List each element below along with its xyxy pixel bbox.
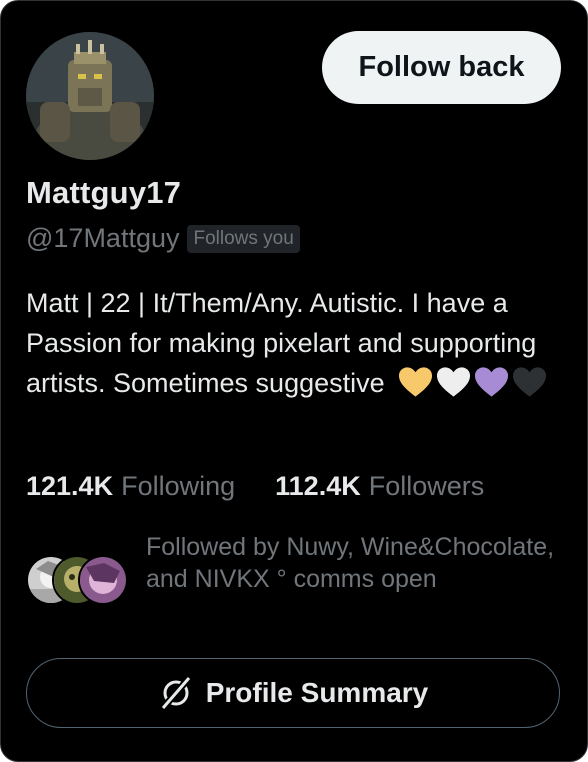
white-heart-icon: [436, 366, 471, 398]
followers-count: 112.4K: [275, 471, 361, 501]
user-handle[interactable]: @17Mattguy: [26, 223, 179, 254]
following-label: Following: [121, 471, 236, 501]
followers-label: Followers: [368, 471, 485, 501]
follows-you-badge: Follows you: [187, 224, 300, 253]
mutual-avatars: [26, 555, 128, 605]
bio: Matt | 22 | It/Them/Any. Autistic. I hav…: [26, 283, 566, 403]
following-count: 121.4K: [26, 471, 114, 501]
handle-row: @17Mattguy Follows you: [26, 223, 300, 254]
mutual-avatar: [78, 555, 128, 605]
followers-stat[interactable]: 112.4K Followers: [275, 471, 484, 502]
purple-heart-icon: [474, 366, 509, 398]
bio-hearts: [398, 366, 547, 398]
profile-hover-card: Follow back Mattguy17 @17Mattguy Follows…: [0, 0, 588, 762]
grok-icon: [158, 675, 194, 711]
followed-by-text: Followed by Nuwy, Wine&Chocolate, and NI…: [146, 533, 555, 593]
profile-summary-label: Profile Summary: [205, 677, 429, 708]
yellow-heart-icon: [398, 366, 433, 398]
following-stat[interactable]: 121.4K Following: [26, 471, 235, 502]
profile-avatar[interactable]: [26, 32, 154, 160]
profile-summary-button[interactable]: Profile Summary: [26, 658, 560, 728]
follow-back-button[interactable]: Follow back: [322, 31, 561, 104]
black-heart-icon: [512, 366, 547, 398]
profile-stats: 121.4K Following 112.4K Followers: [26, 471, 484, 502]
display-name[interactable]: Mattguy17: [26, 175, 181, 211]
